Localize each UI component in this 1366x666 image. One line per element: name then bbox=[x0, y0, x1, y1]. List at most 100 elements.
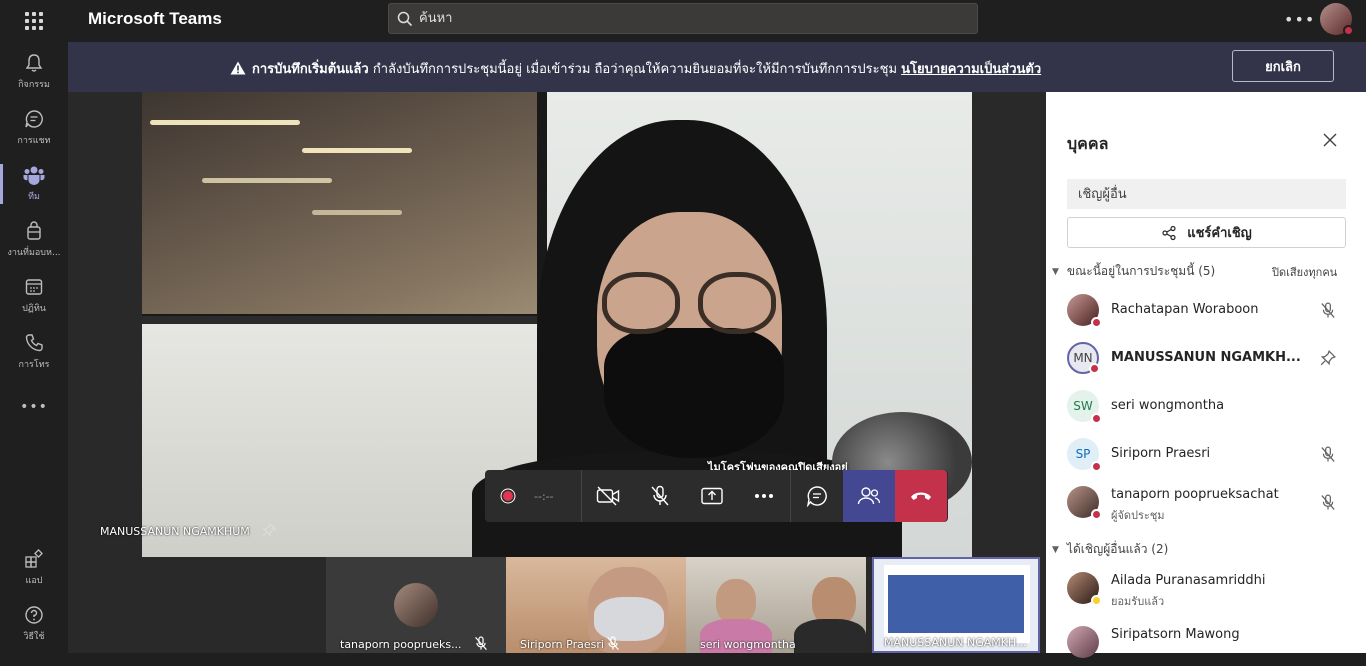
participant-silhouette bbox=[602, 272, 680, 334]
recording-indicator-button[interactable] bbox=[485, 470, 530, 522]
chevron-down-icon: ▼ bbox=[1052, 544, 1059, 555]
leave-call-button[interactable] bbox=[895, 470, 947, 522]
rail-label: ปฏิทิน bbox=[22, 304, 46, 314]
video-thumbnail[interactable]: seri wongmontha bbox=[686, 557, 866, 653]
avatar-initials: MN bbox=[1073, 351, 1093, 365]
invitee-name: Ailada Puranasamriddhi bbox=[1111, 573, 1266, 588]
share-invite-button[interactable]: แชร์คำเชิญ bbox=[1067, 217, 1346, 248]
rail-item-activity[interactable]: กิจกรรม bbox=[0, 44, 68, 100]
mic-off-icon bbox=[651, 485, 669, 506]
meeting-stage: ไมโครโฟนของคุณปิดเสียงอยู่ MANUSSANUN NG… bbox=[68, 92, 1046, 653]
rail-item-chat[interactable]: การแชท bbox=[0, 100, 68, 156]
chat-icon bbox=[25, 110, 43, 128]
in-meeting-heading: ขณะนี้อยู่ในการประชุมนี้ (5) bbox=[1066, 264, 1216, 278]
assignments-icon bbox=[27, 221, 41, 240]
share-screen-button[interactable] bbox=[686, 470, 738, 522]
participant-row[interactable]: MN MANUSSANUN NGAMKH... bbox=[1067, 338, 1352, 382]
video-thumbnail[interactable]: MANUSSANUN NGAMKH... bbox=[872, 557, 1040, 653]
participant-row[interactable]: SW seri wongmontha bbox=[1067, 386, 1352, 430]
dismiss-button[interactable]: ยกเลิก bbox=[1232, 50, 1334, 82]
invitee-name: Siripatsorn Mawong bbox=[1111, 627, 1240, 642]
main-video-name: MANUSSANUN NGAMKHUM bbox=[100, 525, 250, 538]
thumbnail-name: Siriporn Praesri bbox=[520, 638, 604, 651]
thumbnail-name: seri wongmontha bbox=[700, 638, 796, 651]
chat-icon bbox=[806, 486, 827, 507]
meeting-timer: --:-- bbox=[530, 470, 582, 522]
call-controls-bar: --:-- bbox=[485, 470, 948, 522]
search-icon bbox=[397, 11, 413, 26]
privacy-policy-link[interactable]: นโยบายความเป็นส่วนตัว bbox=[901, 62, 1041, 77]
invited-row[interactable]: Siripatsorn Mawong bbox=[1067, 622, 1352, 666]
video-thumbnail[interactable]: Siriporn Praesri bbox=[506, 557, 686, 653]
more-options-icon[interactable]: ••• bbox=[1284, 10, 1315, 29]
people-panel: บุคคล แชร์คำเชิญ ▼ ขณะนี้อยู่ในการประชุม… bbox=[1046, 92, 1366, 658]
panel-title: บุคคล bbox=[1067, 134, 1109, 153]
camera-toggle-button[interactable] bbox=[582, 470, 634, 522]
mic-toggle-button[interactable] bbox=[634, 470, 686, 522]
rail-label: ทีม bbox=[28, 192, 40, 202]
participant-row[interactable]: tanaporn pooprueksachat ผู้จัดประชุม bbox=[1067, 482, 1352, 526]
bell-icon bbox=[25, 54, 43, 72]
rail-label: การโทร bbox=[18, 360, 50, 370]
profile-avatar[interactable] bbox=[1320, 3, 1354, 36]
avatar bbox=[1067, 294, 1102, 328]
share-screen-icon bbox=[701, 487, 723, 505]
participant-silhouette bbox=[604, 328, 784, 458]
video-thumbnail[interactable]: tanaporn pooprueks... bbox=[326, 557, 506, 653]
rail-item-teams[interactable]: ทีม bbox=[0, 156, 68, 212]
rail-item-calendar[interactable]: ปฏิทิน bbox=[0, 268, 68, 324]
participant-row[interactable]: SP Siriporn Praesri bbox=[1067, 434, 1352, 478]
apps-icon bbox=[25, 549, 43, 568]
participant-name: Siriporn Praesri bbox=[1111, 446, 1211, 461]
calendar-icon bbox=[25, 279, 43, 295]
rail-item-help[interactable]: วิธีใช้ bbox=[0, 596, 68, 652]
in-meeting-section-header[interactable]: ▼ ขณะนี้อยู่ในการประชุมนี้ (5) bbox=[1052, 262, 1215, 281]
rail-label: การแชท bbox=[17, 136, 51, 146]
avatar: SP bbox=[1067, 438, 1102, 472]
status-busy-icon bbox=[1091, 461, 1102, 472]
invite-input[interactable] bbox=[1067, 179, 1346, 209]
participant-silhouette bbox=[794, 619, 866, 653]
invited-row[interactable]: Ailada Puranasamriddhi ยอมรับแล้ว bbox=[1067, 568, 1352, 612]
chevron-down-icon: ▼ bbox=[1052, 266, 1059, 277]
status-accepted-icon bbox=[1091, 595, 1102, 606]
shared-slide bbox=[888, 575, 1024, 633]
avatar bbox=[1067, 486, 1102, 520]
search-box[interactable] bbox=[388, 3, 978, 34]
rail-item-calls[interactable]: การโทร bbox=[0, 324, 68, 380]
rail-more-icon[interactable]: ••• bbox=[0, 378, 68, 436]
invited-section-header[interactable]: ▼ ได้เชิญผู้อื่นแล้ว (2) bbox=[1052, 540, 1168, 559]
app-launcher-icon[interactable] bbox=[0, 0, 68, 42]
hang-up-icon bbox=[911, 492, 931, 500]
rail-label: แอป bbox=[25, 576, 43, 586]
banner-message: การบันทึกเริ่มต้นแล้ว กำลังบันทึกการประช… bbox=[230, 58, 1041, 79]
close-icon[interactable] bbox=[1322, 132, 1338, 148]
rail-item-apps[interactable]: แอป bbox=[0, 540, 68, 596]
rail-item-assignments[interactable]: งานที่มอบห... bbox=[0, 212, 68, 268]
more-icon bbox=[755, 494, 773, 498]
video-background bbox=[142, 92, 547, 324]
avatar-initials: SP bbox=[1075, 447, 1091, 461]
participant-row[interactable]: Rachatapan Woraboon bbox=[1067, 290, 1352, 334]
participants-toggle-button[interactable] bbox=[843, 470, 895, 522]
mute-all-link[interactable]: ปิดเสียงทุกคน bbox=[1272, 263, 1337, 281]
mic-off-icon bbox=[475, 636, 487, 651]
search-input[interactable] bbox=[419, 11, 959, 26]
avatar bbox=[1067, 572, 1102, 606]
avatar bbox=[394, 583, 438, 627]
more-actions-button[interactable] bbox=[738, 470, 790, 522]
mic-off-icon bbox=[1321, 446, 1335, 462]
thumbnail-name: tanaporn pooprueks... bbox=[340, 638, 462, 651]
title-bar: Microsoft Teams ••• bbox=[0, 0, 1366, 42]
thumbnail-name: MANUSSANUN NGAMKH... bbox=[884, 636, 1027, 649]
record-icon bbox=[500, 488, 515, 504]
invitee-status: ยอมรับแล้ว bbox=[1111, 595, 1165, 608]
app-title: Microsoft Teams bbox=[88, 9, 222, 28]
pin-icon[interactable] bbox=[1320, 350, 1336, 366]
people-icon bbox=[857, 487, 881, 505]
participant-role: ผู้จัดประชุม bbox=[1111, 509, 1165, 522]
share-invite-label: แชร์คำเชิญ bbox=[1187, 226, 1252, 241]
participant-silhouette bbox=[594, 597, 664, 641]
chat-toggle-button[interactable] bbox=[791, 470, 843, 522]
rail-label: วิธีใช้ bbox=[23, 632, 45, 642]
